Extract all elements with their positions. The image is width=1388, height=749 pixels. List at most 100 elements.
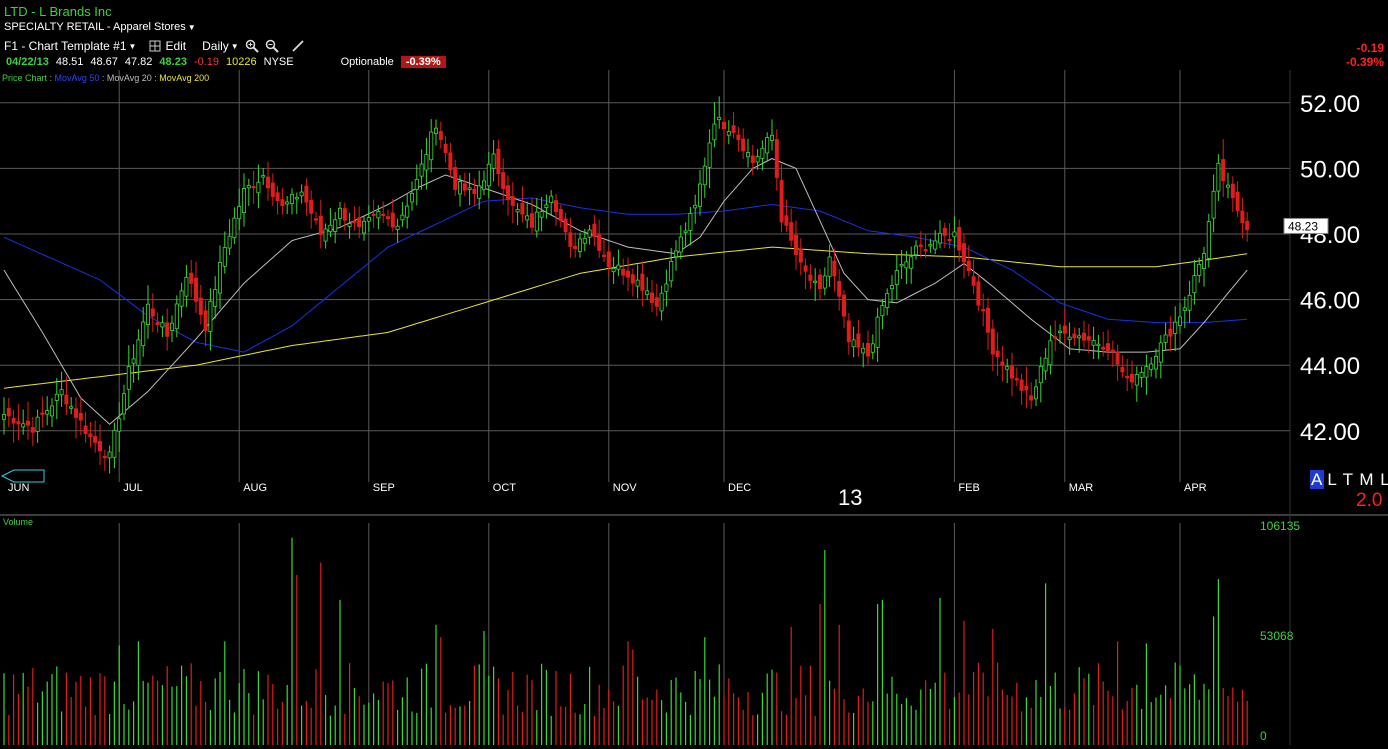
- candle-down: [818, 274, 823, 290]
- candle-down: [203, 310, 208, 332]
- candle-down: [93, 435, 98, 443]
- price-candles: [2, 96, 1250, 474]
- candle-up: [1048, 340, 1053, 366]
- candle-down: [866, 343, 871, 357]
- candle-up: [1197, 264, 1202, 276]
- candle-up: [433, 127, 438, 134]
- chart-canvas: 52.0050.0048.0046.0044.0042.00 106135530…: [0, 70, 1388, 745]
- price-axis-labels: 52.0050.0048.0046.0044.0042.00: [1300, 91, 1360, 446]
- altml-rest: L T M L: [1327, 470, 1388, 489]
- candle-up: [59, 389, 64, 396]
- candle-down: [986, 307, 991, 333]
- candle-down: [40, 412, 45, 415]
- candle-up: [525, 215, 530, 221]
- candle-down: [597, 234, 602, 251]
- candle-up: [227, 235, 232, 249]
- price-grid: [0, 70, 1290, 482]
- volume-axis-label: 0: [1260, 729, 1267, 743]
- candle-up: [534, 211, 539, 232]
- quote-bar: 04/22/13 48.51 48.67 47.82 48.23 -0.19 1…: [6, 56, 446, 68]
- candle-up: [294, 197, 299, 200]
- candle-up: [861, 347, 866, 354]
- symbol-title[interactable]: LTD - L Brands Inc: [4, 4, 112, 19]
- candle-up: [899, 263, 904, 267]
- last-price-marker[interactable]: 48.23: [1283, 217, 1329, 234]
- candle-down: [1115, 351, 1120, 365]
- candle-down: [385, 216, 390, 220]
- candle-up: [1154, 355, 1159, 370]
- period-selector[interactable]: Daily ▼: [202, 39, 239, 53]
- candle-down: [1062, 325, 1067, 334]
- price-axis-label: 52.00: [1300, 91, 1360, 118]
- candle-up: [1144, 366, 1149, 378]
- candle-up: [678, 236, 683, 253]
- candle-up: [107, 451, 112, 459]
- candle-down: [530, 213, 535, 228]
- quote-low: 47.82: [124, 56, 153, 68]
- zoom-in-icon[interactable]: [245, 39, 259, 53]
- month-label: OCT: [493, 482, 517, 494]
- candle-down: [1235, 191, 1240, 212]
- candle-up: [587, 229, 592, 238]
- legend-separator: :: [47, 73, 55, 83]
- candle-down: [621, 268, 626, 276]
- candle-up: [405, 205, 410, 218]
- candle-down: [1125, 375, 1130, 379]
- edit-button[interactable]: Edit: [148, 39, 186, 53]
- candle-down: [779, 180, 784, 223]
- sector-selector[interactable]: SPECIALTY RETAIL - Apparel Stores ▼: [4, 21, 196, 33]
- candle-up: [544, 204, 549, 209]
- volume-axis-label: 53068: [1260, 629, 1294, 643]
- right-change-pct: -0.39%: [1345, 55, 1384, 69]
- candle-up: [1216, 162, 1221, 192]
- candle-down: [803, 265, 808, 272]
- volume-axis-label: 106135: [1260, 519, 1300, 533]
- candle-down: [774, 139, 779, 178]
- candle-down: [741, 138, 746, 152]
- percent-change-badge: -0.39%: [400, 56, 446, 68]
- candle-down: [1082, 332, 1087, 341]
- candle-down: [650, 292, 655, 303]
- candle-up: [770, 134, 775, 141]
- scroll-left-handle[interactable]: [0, 469, 45, 483]
- candle-up: [285, 201, 290, 205]
- candle-down: [640, 273, 645, 291]
- candle-up: [1043, 357, 1048, 372]
- legend-ma50[interactable]: MovAvg 50: [55, 73, 100, 83]
- zoom-out-icon[interactable]: [265, 39, 279, 53]
- candle-up: [1202, 253, 1207, 269]
- candle-down: [83, 425, 88, 435]
- price-axis-label: 50.00: [1300, 156, 1360, 183]
- candle-up: [813, 280, 818, 284]
- altml-indicator[interactable]: AL T M L: [1310, 470, 1388, 490]
- candle-down: [846, 320, 851, 343]
- candle-up: [213, 289, 218, 307]
- candle-down: [573, 245, 578, 250]
- right-change-display: -0.19 -0.39%: [1346, 41, 1384, 69]
- candle-down: [1019, 379, 1024, 391]
- candle-up: [126, 366, 131, 390]
- candle-down: [1024, 385, 1029, 391]
- candle-down: [155, 322, 160, 326]
- candle-down: [1000, 361, 1005, 366]
- candle-down: [942, 227, 947, 236]
- candle-up: [688, 213, 693, 231]
- candle-down: [592, 223, 597, 237]
- candle-up: [938, 232, 943, 244]
- candle-down: [736, 134, 741, 140]
- candle-down: [1029, 395, 1034, 401]
- candle-down: [1130, 373, 1135, 383]
- legend-ma200[interactable]: MovAvg 200: [159, 73, 209, 83]
- quote-open: 48.51: [55, 56, 84, 68]
- chevron-down-icon: ▼: [187, 23, 196, 32]
- template-selector[interactable]: F1 - Chart Template #1 ▼: [4, 39, 136, 53]
- legend-ma20[interactable]: MovAvg 20: [107, 73, 152, 83]
- sector-label: SPECIALTY RETAIL - Apparel Stores: [4, 21, 186, 33]
- candle-up: [409, 193, 414, 203]
- draw-pen-icon[interactable]: [291, 39, 305, 53]
- candle-up: [698, 183, 703, 207]
- candle-up: [880, 305, 885, 317]
- candle-down: [750, 155, 755, 163]
- altml-a: A: [1310, 470, 1325, 489]
- legend-price-chart[interactable]: Price Chart: [2, 73, 47, 83]
